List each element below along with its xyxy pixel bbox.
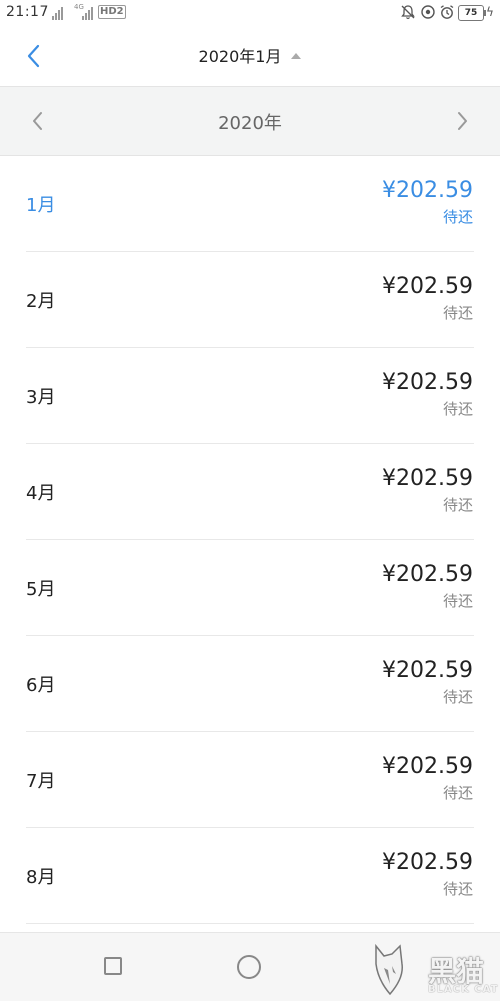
month-label: 3月 [26, 387, 56, 408]
watermark-name-en: BLACK CAT [428, 984, 499, 995]
month-picker-toggle[interactable]: 2020年1月 [0, 43, 500, 67]
month-row-1[interactable]: 1月 ¥202.59 待还 [0, 156, 500, 252]
month-row-8[interactable]: 8月 ¥202.59 待还 [0, 828, 500, 924]
month-amount: ¥202.59 [382, 274, 473, 299]
battery-icon: 75 [458, 5, 486, 21]
alarm-icon [440, 5, 454, 19]
month-amount: ¥202.59 [382, 466, 473, 491]
month-amount: ¥202.59 [382, 850, 473, 875]
signal-icon-2 [82, 5, 93, 20]
month-row-2[interactable]: 2月 ¥202.59 待还 [0, 252, 500, 348]
black-cat-logo-icon [375, 944, 403, 996]
month-status: 待还 [442, 688, 473, 706]
month-status: 待还 [442, 304, 473, 322]
month-label: 6月 [26, 675, 56, 696]
status-bar: 21:17 4G HD2 75 ϟ [0, 0, 500, 26]
month-row-5[interactable]: 5月 ¥202.59 待还 [0, 540, 500, 636]
month-row-7[interactable]: 7月 ¥202.59 待还 [0, 732, 500, 828]
month-amount: ¥202.59 [382, 178, 473, 203]
year-label: 2020年 [218, 113, 282, 134]
clock-circle-icon [421, 5, 435, 19]
month-label: 1月 [26, 195, 56, 216]
month-label: 4月 [26, 483, 56, 504]
month-label: 5月 [26, 579, 56, 600]
status-time: 21:17 [6, 4, 49, 20]
month-amount: ¥202.59 [382, 754, 473, 779]
caret-up-icon [291, 53, 302, 59]
month-status: 待还 [442, 784, 473, 802]
month-amount: ¥202.59 [382, 562, 473, 587]
watermark: 黑猫 BLACK CAT [372, 944, 500, 1000]
home-circle-icon[interactable] [237, 955, 261, 979]
month-status: 待还 [442, 592, 473, 610]
month-label: 8月 [26, 867, 56, 888]
month-amount: ¥202.59 [382, 658, 473, 683]
nav-bar: 2020年1月 [0, 26, 500, 86]
month-amount: ¥202.59 [382, 370, 473, 395]
month-status: 待还 [442, 208, 473, 226]
month-label: 2月 [26, 291, 56, 312]
page-title: 2020年1月 [198, 47, 282, 66]
month-status: 待还 [442, 400, 473, 418]
bell-muted-icon [401, 5, 415, 20]
month-row-6[interactable]: 6月 ¥202.59 待还 [0, 636, 500, 732]
charging-bolt-icon: ϟ [486, 5, 494, 19]
month-row-3[interactable]: 3月 ¥202.59 待还 [0, 348, 500, 444]
month-row-4[interactable]: 4月 ¥202.59 待还 [0, 444, 500, 540]
month-label: 7月 [26, 771, 56, 792]
hd-badge: HD2 [98, 5, 126, 19]
year-selector: 2020年 [0, 86, 500, 156]
recent-apps-square-icon[interactable] [104, 957, 122, 975]
month-status: 待还 [442, 496, 473, 514]
month-list: 1月 ¥202.59 待还 2月 ¥202.59 待还 3月 ¥202.59 待… [0, 156, 500, 924]
month-status: 待还 [442, 880, 473, 898]
signal-icon [52, 5, 63, 20]
next-year-chevron-icon[interactable] [452, 109, 472, 133]
